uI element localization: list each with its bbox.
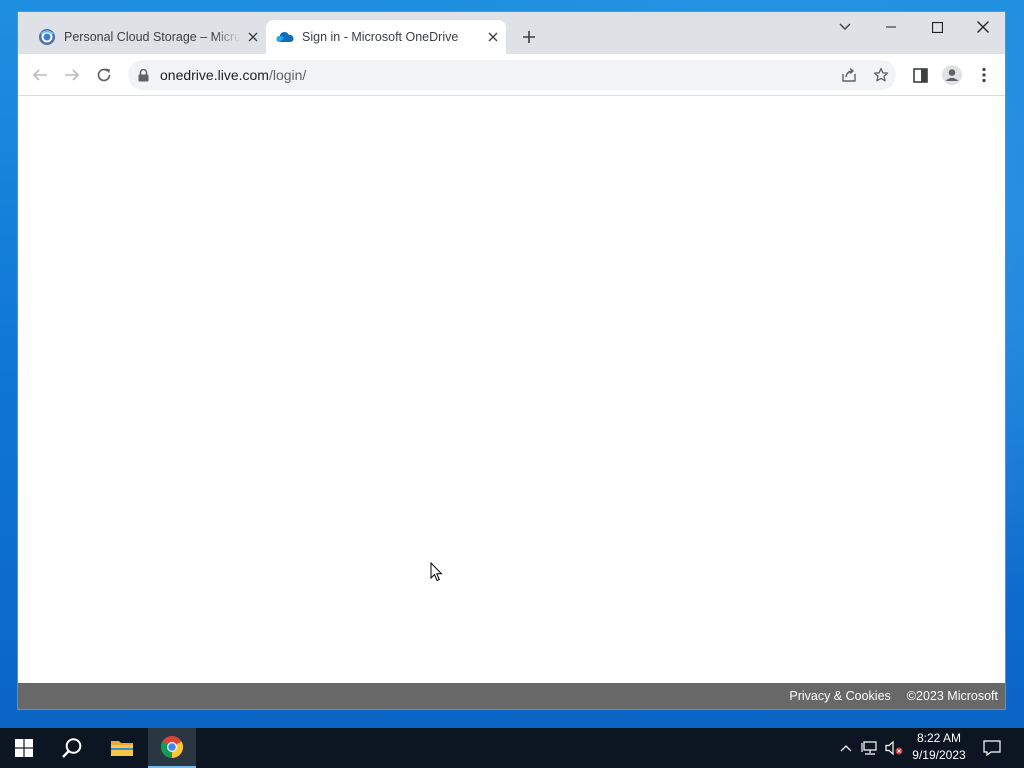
page-content — [18, 96, 1005, 683]
close-tab-icon[interactable] — [240, 24, 266, 50]
tab-title: Sign in - Microsoft OneDrive — [302, 30, 459, 44]
arrow-left-icon — [32, 69, 47, 81]
minimize-button[interactable] — [868, 12, 914, 42]
tab-sign-in[interactable]: Sign in - Microsoft OneDrive — [266, 20, 506, 54]
tab-title: Personal Cloud Storage – Microsoft OneDr… — [64, 30, 240, 44]
onedrive-favicon-icon — [38, 28, 56, 46]
clock-date: 9/19/2023 — [912, 748, 966, 762]
arrow-right-icon — [65, 69, 80, 81]
chevron-up-icon — [840, 745, 852, 752]
folder-icon — [111, 741, 133, 756]
lock-icon[interactable] — [138, 68, 152, 82]
chrome-taskbar-button[interactable] — [148, 728, 196, 768]
share-button[interactable] — [835, 60, 863, 90]
windows-logo-icon — [15, 739, 33, 757]
tab-search-button[interactable] — [822, 12, 868, 42]
mouse-cursor-icon — [430, 561, 443, 587]
search-button[interactable] — [48, 728, 96, 768]
address-bar[interactable]: onedrive.live.com/login/ — [128, 60, 896, 90]
clock-time: 8:22 AM — [916, 731, 962, 745]
star-icon — [873, 67, 889, 82]
close-icon — [977, 21, 989, 33]
volume-button[interactable] — [884, 738, 904, 758]
reload-icon — [97, 68, 111, 82]
reload-button[interactable] — [90, 61, 118, 89]
tab-strip: Personal Cloud Storage – Microsoft OneDr… — [18, 12, 1005, 54]
start-button[interactable] — [0, 728, 48, 768]
side-panel-icon — [912, 67, 928, 83]
network-icon — [861, 741, 877, 755]
notification-icon — [983, 740, 1001, 756]
speaker-muted-icon — [885, 740, 903, 756]
url-text: onedrive.live.com/login/ — [160, 67, 306, 83]
chrome-icon — [161, 736, 183, 758]
page-footer: Privacy & Cookies ©2023 Microsoft — [18, 683, 1005, 709]
bookmark-button[interactable] — [867, 60, 895, 90]
forward-button[interactable] — [58, 61, 86, 89]
maximize-button[interactable] — [914, 12, 960, 42]
side-panel-button[interactable] — [906, 61, 934, 89]
tab-personal-cloud-storage[interactable]: Personal Cloud Storage – Microsoft OneDr… — [28, 20, 266, 54]
action-center-button[interactable] — [982, 738, 1002, 758]
menu-button[interactable] — [970, 61, 998, 89]
taskbar: 8:22 AM 9/19/2023 — [0, 728, 1024, 768]
chevron-down-icon — [839, 23, 851, 30]
avatar-icon — [942, 65, 962, 85]
plus-icon — [523, 31, 535, 43]
profile-button[interactable] — [938, 61, 966, 89]
browser-window: Personal Cloud Storage – Microsoft OneDr… — [17, 11, 1006, 710]
more-vert-icon — [982, 67, 986, 83]
back-button[interactable] — [26, 61, 54, 89]
browser-toolbar: onedrive.live.com/login/ — [18, 54, 1005, 96]
search-icon — [62, 738, 82, 758]
file-explorer-button[interactable] — [98, 728, 146, 768]
network-button[interactable] — [860, 738, 880, 758]
close-window-button[interactable] — [960, 12, 1005, 42]
close-tab-icon[interactable] — [480, 24, 506, 50]
show-hidden-icons-button[interactable] — [836, 738, 856, 758]
onedrive-cloud-icon — [276, 28, 294, 46]
taskbar-clock[interactable]: 8:22 AM 9/19/2023 — [906, 730, 972, 766]
privacy-cookies-link[interactable]: Privacy & Cookies — [789, 689, 890, 703]
copyright-text: ©2023 Microsoft — [906, 689, 998, 703]
new-tab-button[interactable] — [518, 26, 540, 48]
url-host: onedrive.live.com — [160, 67, 269, 83]
url-path: /login/ — [268, 67, 307, 83]
minimize-icon — [886, 26, 896, 28]
share-icon — [842, 67, 856, 82]
maximize-icon — [931, 21, 943, 33]
